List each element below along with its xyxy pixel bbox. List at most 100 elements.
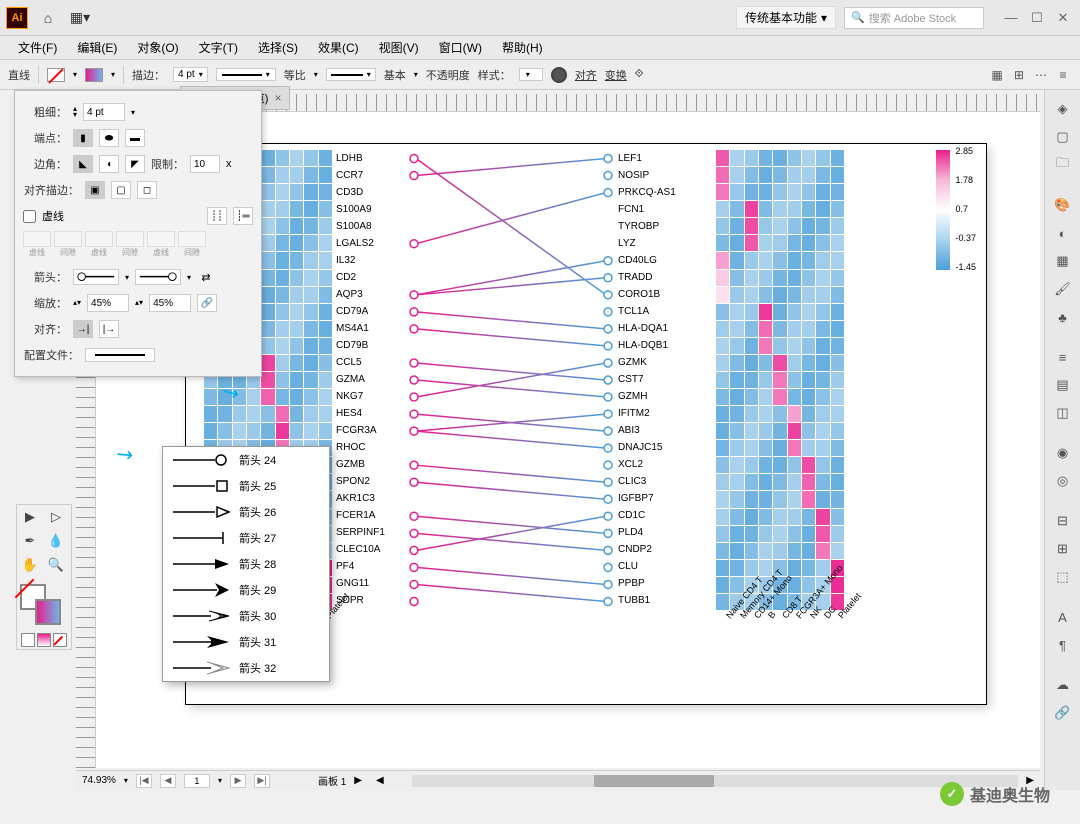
- gradient-panel-icon[interactable]: ▤: [1050, 372, 1076, 398]
- miter-limit-input[interactable]: [190, 155, 220, 173]
- align-outside-icon[interactable]: ◻: [137, 181, 157, 199]
- dashed-checkbox[interactable]: [23, 210, 36, 223]
- brushes-panel-icon[interactable]: 🖌: [1050, 276, 1076, 302]
- arrow-align-extend-icon[interactable]: →|: [73, 320, 93, 338]
- color-swatches[interactable]: [17, 581, 71, 627]
- arrow-end-select[interactable]: [135, 269, 181, 285]
- dash-align-icon[interactable]: ┊═: [233, 207, 253, 225]
- artboard-number-input[interactable]: [184, 774, 210, 788]
- align-center-icon[interactable]: ▣: [85, 181, 105, 199]
- gap-field[interactable]: [54, 231, 82, 247]
- chevron-down-icon[interactable]: ▾: [414, 70, 418, 79]
- arrow-start-select[interactable]: [73, 269, 119, 285]
- zoom-level[interactable]: 74.93%: [82, 775, 116, 786]
- menu-select[interactable]: 选择(S): [250, 37, 306, 58]
- menu-window[interactable]: 窗口(W): [431, 37, 490, 58]
- links-panel-icon[interactable]: 🔗: [1050, 700, 1076, 726]
- recolor-icon[interactable]: [551, 67, 567, 83]
- minimize-button[interactable]: —: [1000, 7, 1022, 29]
- menu-help[interactable]: 帮助(H): [494, 37, 551, 58]
- gap-field[interactable]: [116, 231, 144, 247]
- width-profile-select[interactable]: [216, 68, 276, 81]
- join-bevel-icon[interactable]: ◤: [125, 155, 145, 173]
- arrowhead-option[interactable]: 箭头 29: [163, 577, 329, 603]
- chevron-down-icon[interactable]: ▾: [187, 273, 191, 282]
- arrow-scale-start[interactable]: [87, 294, 129, 312]
- arrowhead-option[interactable]: 箭头 28: [163, 551, 329, 577]
- transform-panel-icon[interactable]: ⊞: [1050, 536, 1076, 562]
- arrowhead-option[interactable]: 箭头 24: [163, 447, 329, 473]
- color-mode-gradient[interactable]: [37, 633, 51, 647]
- arrowhead-option[interactable]: 箭头 30: [163, 603, 329, 629]
- align-inside-icon[interactable]: ▢: [111, 181, 131, 199]
- gap-field[interactable]: [178, 231, 206, 247]
- align-link[interactable]: 对齐: [575, 67, 597, 83]
- join-miter-icon[interactable]: ◣: [73, 155, 93, 173]
- arrow-scale-end[interactable]: [149, 294, 191, 312]
- dash-field[interactable]: [23, 231, 51, 247]
- color-mode-solid[interactable]: [21, 633, 35, 647]
- eyedropper-tool-icon[interactable]: 💧: [43, 529, 69, 553]
- hand-tool-icon[interactable]: ✋: [17, 553, 43, 577]
- graphic-styles-panel-icon[interactable]: ◎: [1050, 468, 1076, 494]
- opacity-label[interactable]: 不透明度: [426, 67, 470, 83]
- arrowhead-option[interactable]: 箭头 27: [163, 525, 329, 551]
- stroke-swatch[interactable]: [85, 68, 103, 82]
- stroke-color[interactable]: [35, 599, 61, 625]
- link-scale-icon[interactable]: 🔗: [197, 294, 217, 312]
- arrowhead-option[interactable]: 箭头 26: [163, 499, 329, 525]
- chevron-down-icon[interactable]: ▾: [111, 70, 115, 79]
- libraries-panel-icon[interactable]: ☁: [1050, 672, 1076, 698]
- adobe-stock-search[interactable]: 🔍 搜索 Adobe Stock: [844, 7, 984, 29]
- stroke-panel-icon[interactable]: ≡: [1050, 344, 1076, 370]
- chevron-down-icon[interactable]: ▾: [125, 273, 129, 282]
- direct-select-tool-icon[interactable]: ▷: [43, 505, 69, 529]
- horizontal-scrollbar[interactable]: [412, 775, 1019, 787]
- transparency-panel-icon[interactable]: ◫: [1050, 400, 1076, 426]
- color-panel-icon[interactable]: 🎨: [1050, 192, 1076, 218]
- grid-icon[interactable]: ▦: [988, 66, 1006, 84]
- more-icon[interactable]: ⋯: [1032, 66, 1050, 84]
- appearance-panel-icon[interactable]: ◉: [1050, 440, 1076, 466]
- graphic-style-select[interactable]: [519, 68, 543, 81]
- first-artboard-button[interactable]: |◀: [136, 774, 152, 788]
- isolate-icon[interactable]: ⟐: [635, 68, 644, 81]
- stepper-arrows[interactable]: ▴▾: [73, 300, 81, 306]
- style-label[interactable]: 样式：: [478, 67, 511, 83]
- arrange-docs-icon[interactable]: ▦▾: [68, 6, 92, 30]
- join-round-icon[interactable]: ◖: [99, 155, 119, 173]
- workspace-switcher[interactable]: 传统基本功能 ▾: [736, 6, 836, 29]
- tab-close-icon[interactable]: ×: [274, 91, 281, 105]
- menu-file[interactable]: 文件(F): [10, 37, 65, 58]
- arrowhead-option[interactable]: 箭头 32: [163, 655, 329, 681]
- arrowhead-option[interactable]: 箭头 31: [163, 629, 329, 655]
- artboards-panel-icon[interactable]: ▢: [1050, 124, 1076, 150]
- arrowhead-option[interactable]: 箭头 25: [163, 473, 329, 499]
- transform-link[interactable]: 变换: [605, 67, 627, 83]
- selection-tool-icon[interactable]: ▶: [17, 505, 43, 529]
- color-guide-panel-icon[interactable]: ◐: [1050, 220, 1076, 246]
- dash-field[interactable]: [147, 231, 175, 247]
- scroll-left-icon[interactable]: ◀: [376, 775, 384, 786]
- symbols-panel-icon[interactable]: ♣: [1050, 304, 1076, 330]
- maximize-button[interactable]: ☐: [1026, 7, 1048, 29]
- chevron-down-icon[interactable]: ▾: [124, 776, 128, 785]
- swatches-panel-icon[interactable]: ▦: [1050, 248, 1076, 274]
- play-icon[interactable]: ▶: [354, 775, 362, 786]
- pathfinder-panel-icon[interactable]: ⬚: [1050, 564, 1076, 590]
- last-artboard-button[interactable]: ▶|: [254, 774, 270, 788]
- menu-edit[interactable]: 编辑(E): [69, 37, 125, 58]
- chevron-down-icon[interactable]: ▾: [314, 70, 318, 79]
- chevron-down-icon[interactable]: ▾: [73, 70, 77, 79]
- prev-artboard-button[interactable]: ◀: [160, 774, 176, 788]
- profile-select[interactable]: [85, 348, 155, 362]
- stepper-arrows[interactable]: ▴▾: [73, 106, 77, 118]
- pen-tool-icon[interactable]: ✒: [17, 529, 43, 553]
- home-icon[interactable]: ⌂: [36, 6, 60, 30]
- menu-object[interactable]: 对象(O): [129, 37, 186, 58]
- chevron-down-icon[interactable]: ▾: [131, 108, 135, 117]
- stroke-label[interactable]: 描边：: [132, 67, 165, 83]
- align-panel-icon[interactable]: ⊟: [1050, 508, 1076, 534]
- panel-menu-icon[interactable]: ≡: [1054, 66, 1072, 84]
- color-mode-none[interactable]: [53, 633, 67, 647]
